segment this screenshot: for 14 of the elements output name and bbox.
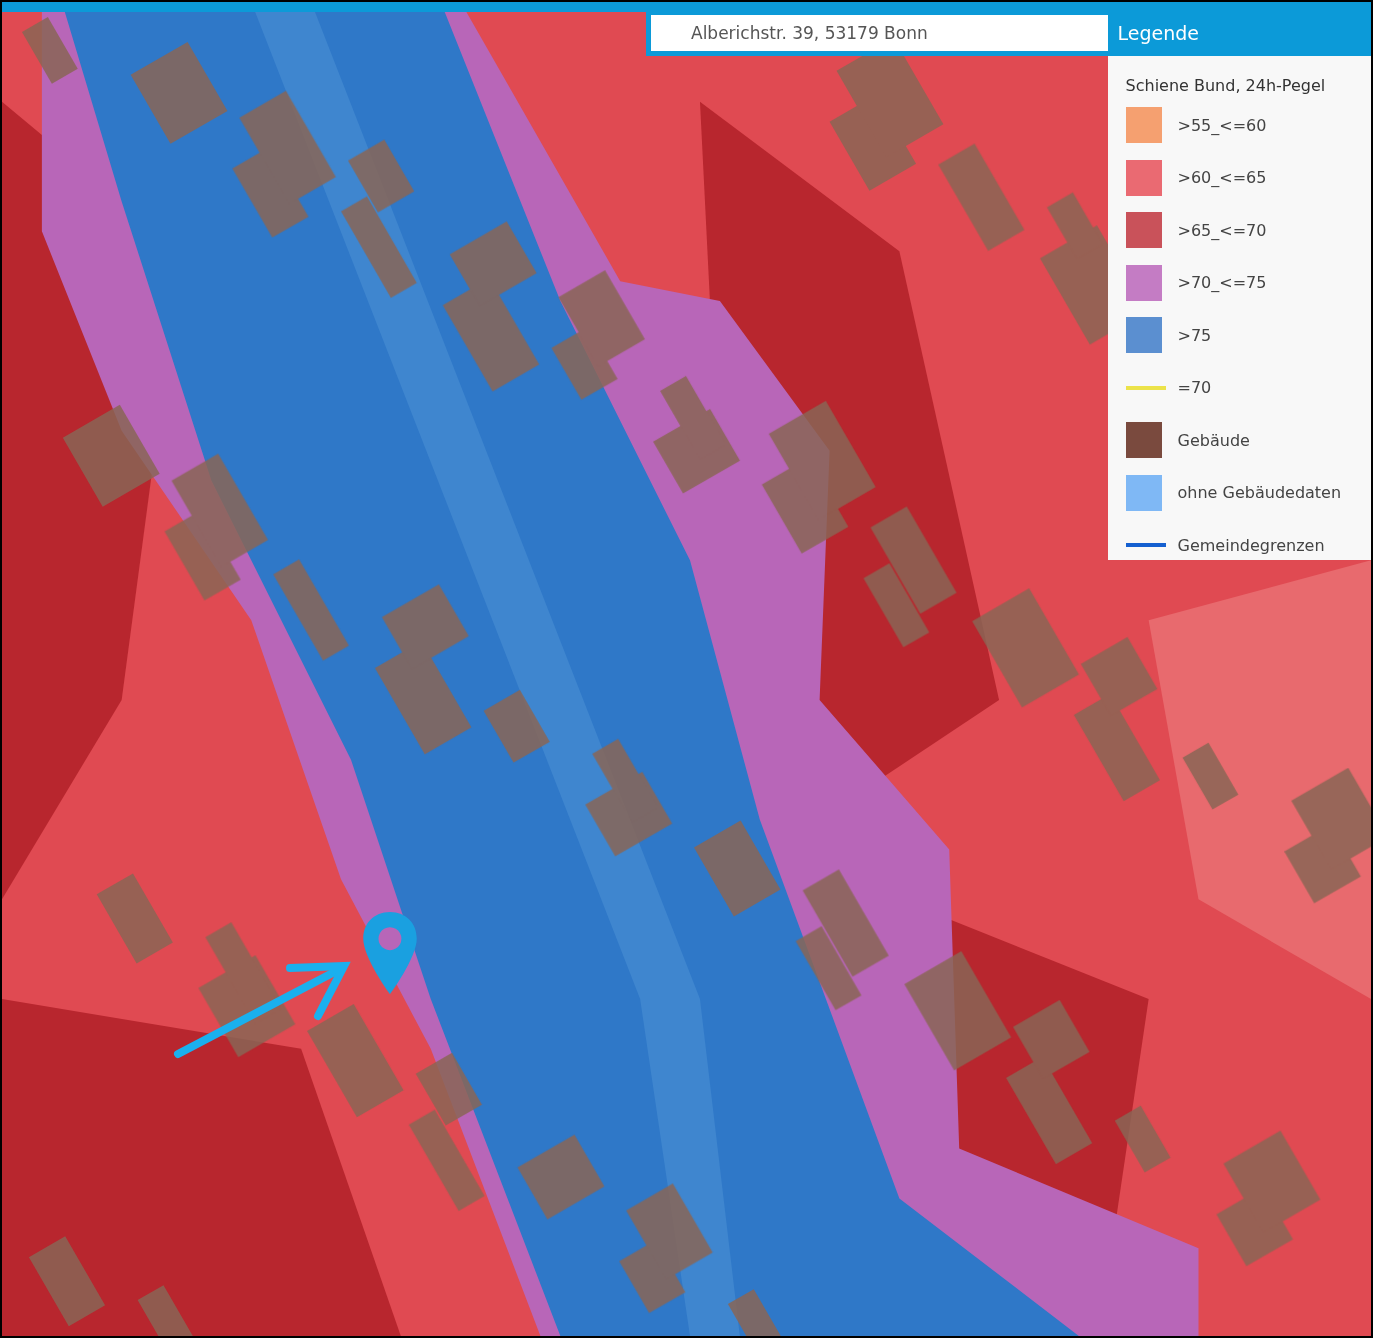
legend-subtitle: Schiene Bund, 24h-Pegel (1125, 76, 1327, 95)
arrow-icon (172, 960, 352, 1060)
location-pin-icon (360, 910, 420, 996)
legend-label: Gebäude (1177, 430, 1250, 450)
legend-label: Gemeindegrenzen (1177, 535, 1325, 555)
address-field[interactable]: Alberichstr. 39, 53179 Bonn (646, 10, 1108, 56)
legend-label: >70_<=75 (1177, 273, 1267, 293)
legend-label: >55_<=60 (1177, 115, 1267, 135)
legend-label: ohne Gebäudedaten (1177, 483, 1342, 503)
legend-header: Legende (1107, 10, 1371, 56)
legend-label: >60_<=65 (1177, 168, 1267, 188)
legend-label: =70 (1177, 378, 1212, 398)
legend-label: >75 (1177, 325, 1212, 345)
legend-label: >65_<=70 (1177, 220, 1267, 240)
